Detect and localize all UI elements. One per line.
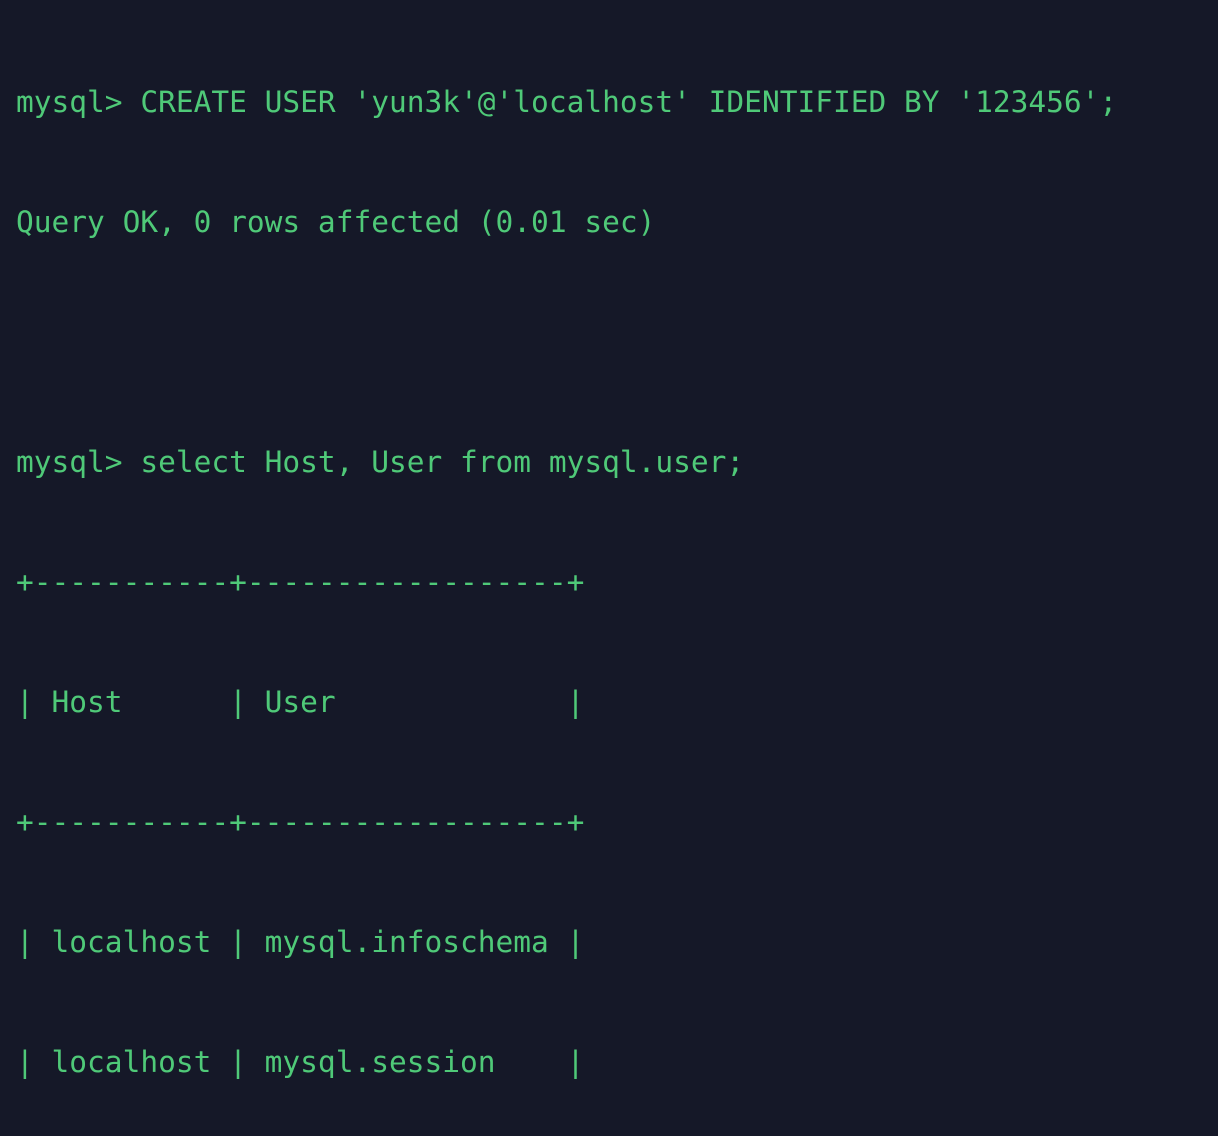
table-row: | localhost | mysql.session |: [16, 1045, 585, 1079]
table-row: | localhost | mysql.infoschema |: [16, 925, 585, 959]
table-separator-top: +-----------+------------------+: [16, 565, 585, 599]
terminal-line: mysql> CREATE USER 'yun3k'@'localhost' I…: [16, 85, 1118, 119]
terminal-output[interactable]: mysql> CREATE USER 'yun3k'@'localhost' I…: [0, 0, 1218, 1079]
terminal-line: Query OK, 0 rows affected (0.01 sec): [16, 205, 656, 239]
table-header-row: | Host | User |: [16, 685, 585, 719]
table-separator-middle: +-----------+------------------+: [16, 805, 585, 839]
terminal-line: mysql> select Host, User from mysql.user…: [16, 445, 745, 479]
